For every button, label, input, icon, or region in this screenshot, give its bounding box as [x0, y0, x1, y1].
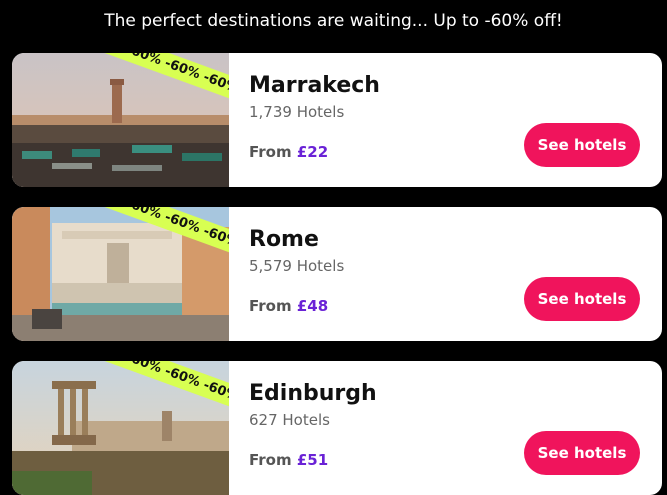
edinburgh-photo[interactable]: 0% -60% -60% -60% -60% — [12, 361, 229, 495]
price-line: From £48 — [249, 297, 328, 315]
hotel-count: 1,739 Hotels — [249, 103, 345, 121]
price-line: From £51 — [249, 451, 328, 469]
destination-card-rome[interactable]: 0% -60% -60% -60% -60% Rome 5,579 Hotels… — [12, 207, 662, 341]
from-label: From — [249, 451, 292, 469]
see-hotels-button[interactable]: See hotels — [524, 123, 640, 167]
hotel-count: 5,579 Hotels — [249, 257, 345, 275]
see-hotels-button[interactable]: See hotels — [524, 431, 640, 475]
destination-card-marrakech[interactable]: 0% -60% -60% -60% -60% Marrakech 1,739 H… — [12, 53, 662, 187]
destination-card-edinburgh[interactable]: 0% -60% -60% -60% -60% Edinburgh 627 Hot… — [12, 361, 662, 495]
price-line: From £22 — [249, 143, 328, 161]
city-name: Rome — [249, 227, 319, 252]
price-amount: £48 — [296, 297, 329, 315]
city-name: Edinburgh — [249, 381, 377, 406]
hotel-count: 627 Hotels — [249, 411, 330, 429]
see-hotels-button[interactable]: See hotels — [524, 277, 640, 321]
price-amount: £22 — [296, 143, 329, 161]
marrakech-photo[interactable]: 0% -60% -60% -60% -60% — [12, 53, 229, 187]
promo-banner: The perfect destinations are waiting... … — [104, 11, 563, 31]
rome-photo[interactable]: 0% -60% -60% -60% -60% — [12, 207, 229, 341]
from-label: From — [249, 297, 292, 315]
from-label: From — [249, 143, 292, 161]
city-name: Marrakech — [249, 73, 380, 98]
price-amount: £51 — [296, 451, 329, 469]
